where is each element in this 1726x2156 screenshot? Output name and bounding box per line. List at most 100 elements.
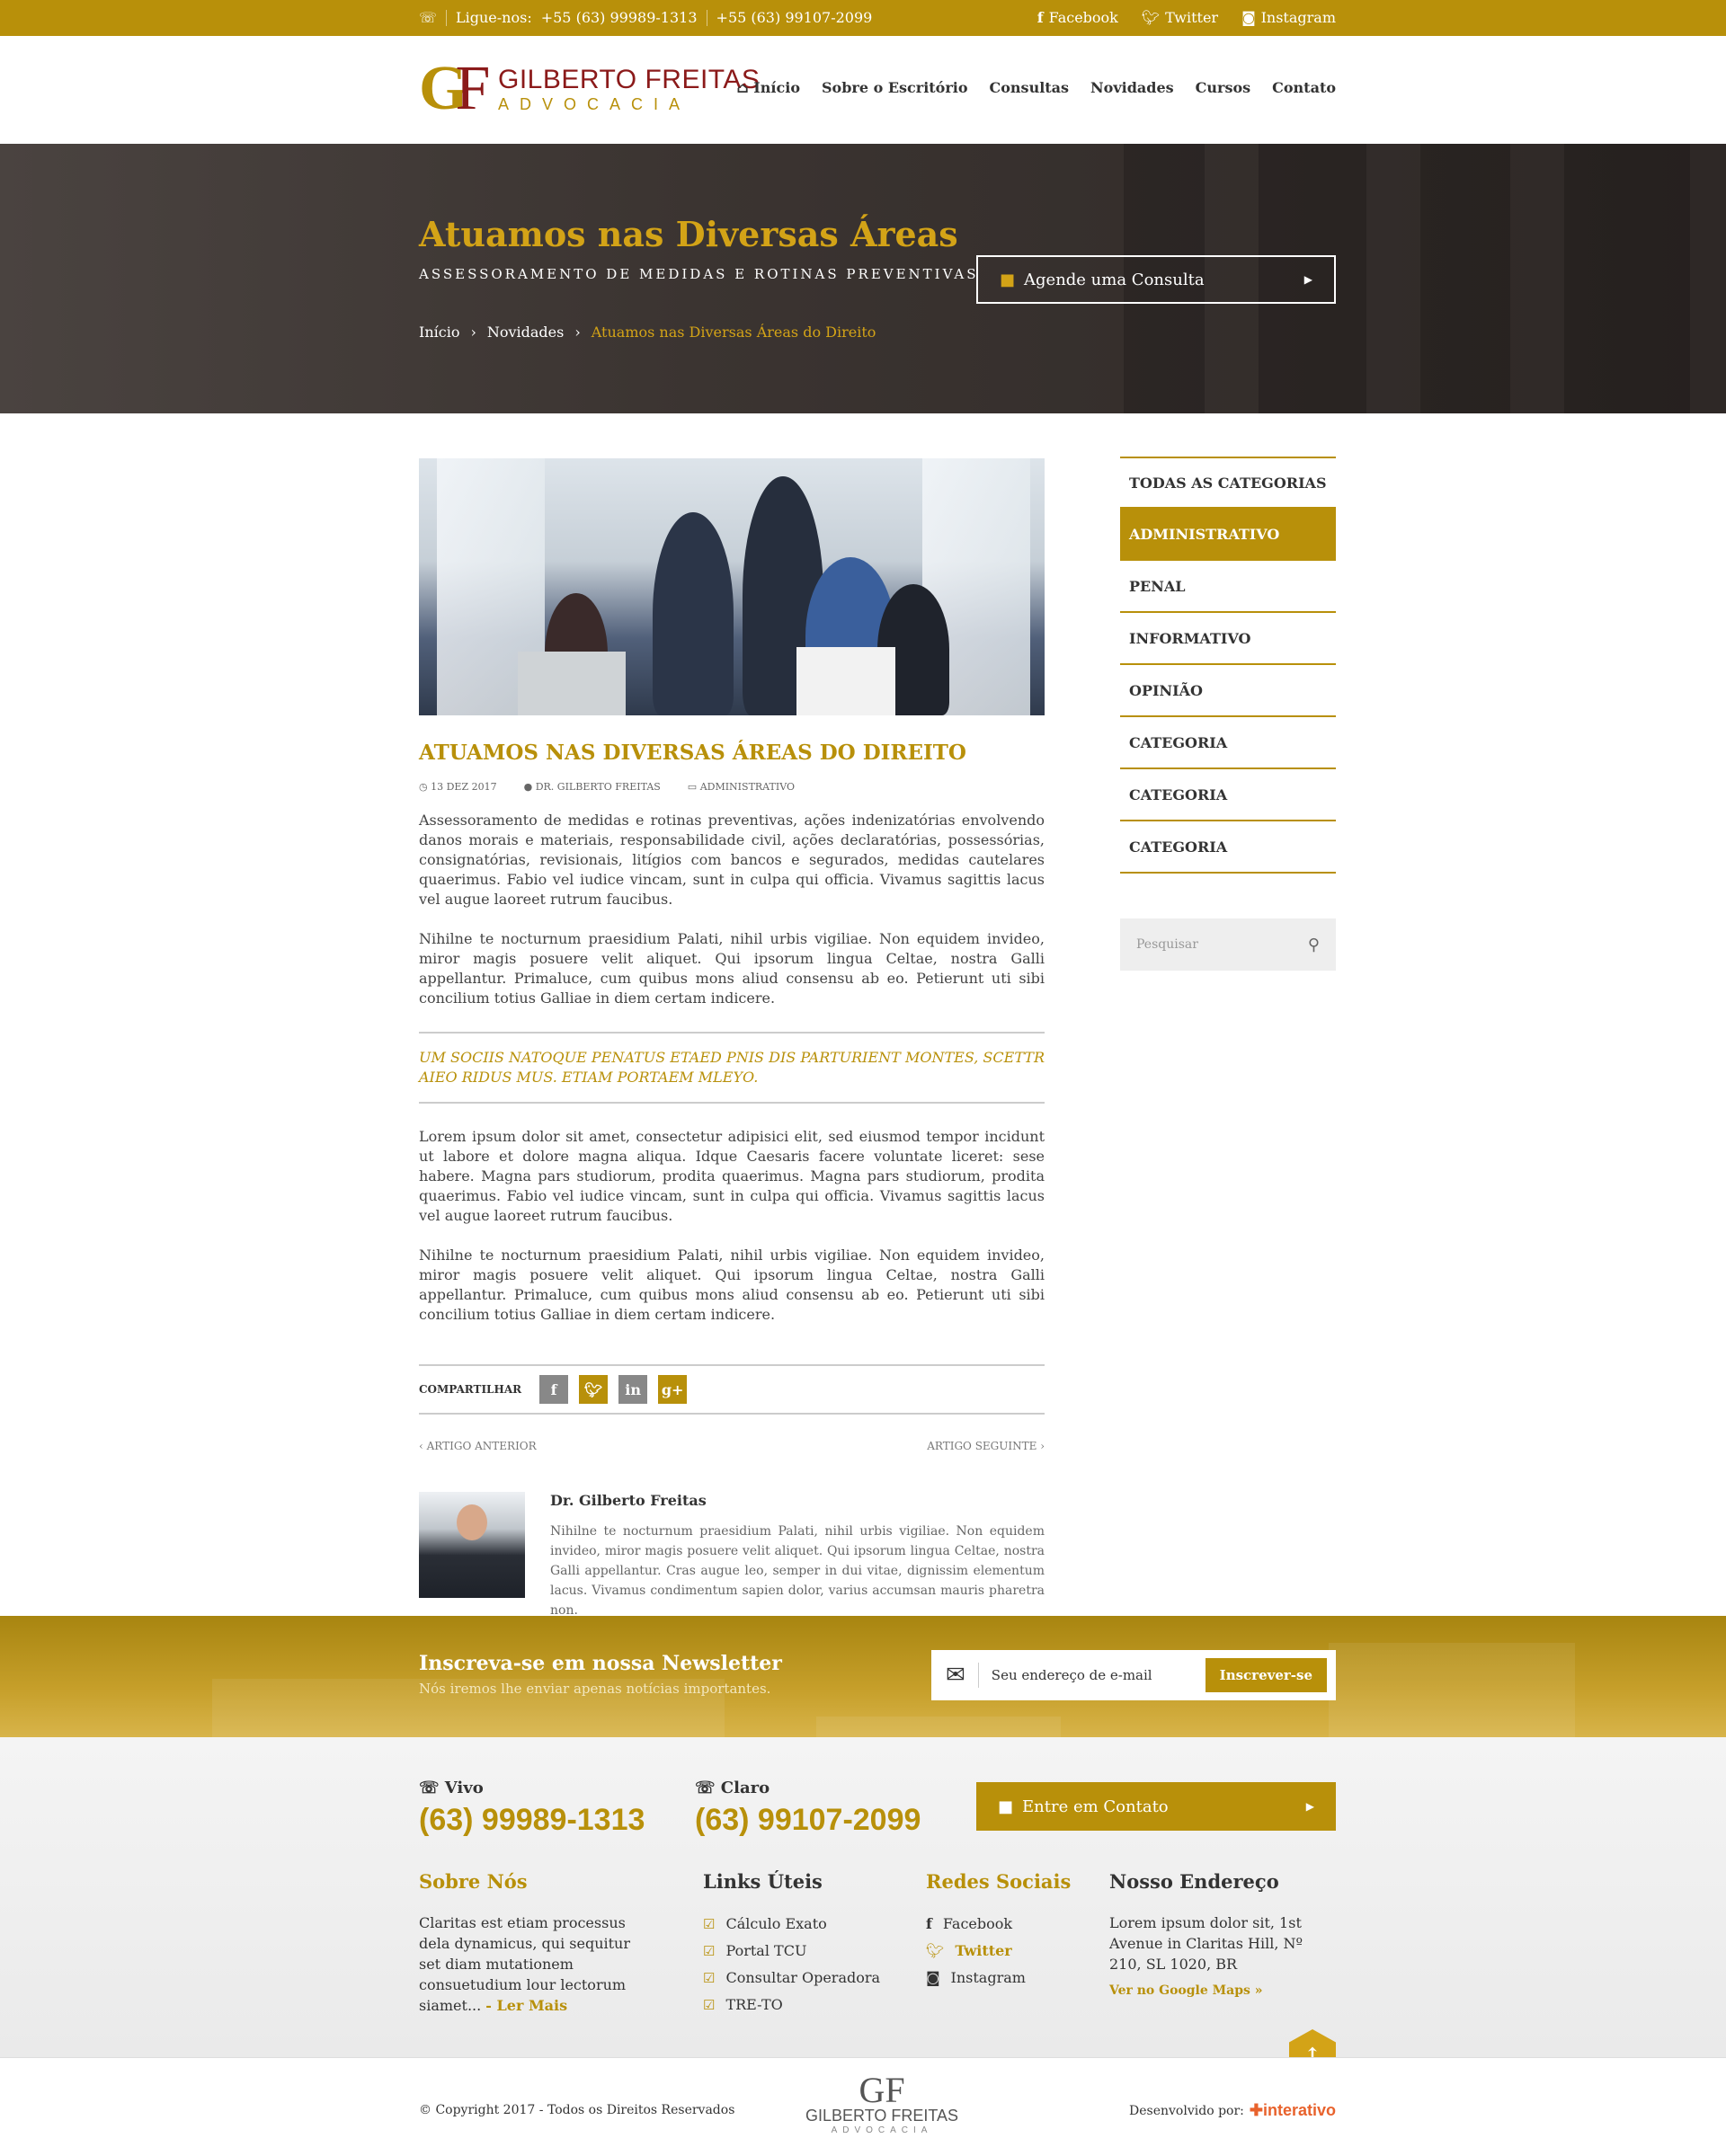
read-more-link[interactable]: - Ler Mais (485, 1997, 567, 2014)
category-item[interactable]: CATEGORIA (1120, 821, 1336, 874)
nav-inicio-label: Início (753, 79, 800, 96)
facebook-icon: f (926, 1915, 932, 1932)
twitter-icon: 🐦︎ (926, 1942, 945, 1959)
nav-contato[interactable]: Contato (1272, 79, 1336, 96)
footer-facebook-link[interactable]: f Facebook (926, 1911, 1088, 1938)
googleplus-icon: g+ (661, 1380, 684, 1398)
article-title: ATUAMOS NAS DIVERSAS ÁREAS DO DIREITO (419, 741, 966, 765)
useful-link[interactable]: ☑ Cálculo Exato (703, 1911, 901, 1938)
useful-link[interactable]: ☑ Portal TCU (703, 1938, 901, 1965)
phone-icon: ☏ (695, 1779, 721, 1797)
useful-link-label: Consultar Operadora (725, 1969, 881, 1986)
bottom-bar: © Copyright 2017 - Todos os Direitos Res… (0, 2057, 1726, 2156)
category-informativo[interactable]: INFORMATIVO (1120, 613, 1336, 665)
next-article-link[interactable]: ARTIGO SEGUINTE › (927, 1440, 1045, 1452)
article-quote: UM SOCIIS NATOQUE PENATUS ETAED PNIS DIS… (419, 1032, 1045, 1104)
twitter-icon: 🐦︎ (1141, 9, 1161, 26)
footer-twitter-link[interactable]: 🐦︎ Twitter (926, 1938, 1088, 1965)
share-facebook-button[interactable]: f (539, 1375, 569, 1404)
top-instagram-link[interactable]: ◙ Instagram (1241, 9, 1336, 26)
prev-article-label: ARTIGO ANTERIOR (426, 1440, 537, 1452)
footer-about: Sobre Nós Claritas est etiam processus d… (419, 1870, 653, 2016)
nav-sobre[interactable]: Sobre o Escritório (822, 79, 968, 96)
nav-cursos[interactable]: Cursos (1196, 79, 1250, 96)
category-item[interactable]: CATEGORIA (1120, 769, 1336, 821)
email-input[interactable]: Seu endereço de e-mail (992, 1667, 1193, 1683)
phone-link-2[interactable]: +55 (63) 99107-2099 (716, 9, 873, 26)
next-article-label: ARTIGO SEGUINTE (927, 1440, 1037, 1452)
logo-mark-f: F (455, 54, 490, 123)
social-list: f Facebook 🐦︎ Twitter ◙ Instagram (926, 1911, 1088, 1992)
meta-author[interactable]: ● DR. GILBERTO FREITAS (524, 781, 661, 793)
breadcrumb-novidades[interactable]: Novidades (487, 324, 565, 341)
facebook-label: Facebook (1048, 9, 1118, 26)
claro-label: ☏ Claro (695, 1779, 921, 1797)
dev-brand-link[interactable]: ✚interativo (1250, 2101, 1336, 2120)
useful-link[interactable]: ☑ TRE-TO (703, 1992, 901, 2018)
category-penal[interactable]: PENAL (1120, 561, 1336, 613)
social-title: Redes Sociais (926, 1870, 1072, 1893)
meta-category[interactable]: ▭ ADMINISTRATIVO (688, 781, 795, 793)
category-opiniao[interactable]: OPINIÃO (1120, 665, 1336, 717)
chevron-left-icon: ‹ (419, 1440, 427, 1452)
prev-article-link[interactable]: ‹ ARTIGO ANTERIOR (419, 1440, 537, 1452)
breadcrumb-inicio[interactable]: Início (419, 324, 459, 341)
share-googleplus-button[interactable]: g+ (658, 1375, 688, 1404)
contact-button[interactable]: ■ Entre em Contato ▶ (976, 1782, 1336, 1831)
checkbox-icon: ☑ (703, 1970, 716, 1986)
user-icon: ● (523, 781, 536, 793)
search-input[interactable]: Pesquisar ⚲ (1120, 918, 1336, 971)
footer-logo-line-2: ADVOCACIA (831, 2125, 933, 2135)
search-icon[interactable]: ⚲ (1308, 936, 1320, 954)
site-header: GF GILBERTO FREITAS ADVOCACIA ⌂ Início S… (0, 36, 1726, 144)
hero-subtitle: ASSESSORAMENTO DE MEDIDAS E ROTINAS PREV… (419, 266, 979, 282)
share-twitter-button[interactable]: 🐦︎ (579, 1375, 609, 1404)
clock-icon: ◷ (419, 781, 432, 793)
top-twitter-link[interactable]: 🐦︎ Twitter (1142, 9, 1218, 26)
share-linkedin-button[interactable]: in (618, 1375, 648, 1404)
logo-line-2: ADVOCACIA (498, 94, 691, 113)
category-all[interactable]: TODAS AS CATEGORIAS (1120, 457, 1336, 509)
logo-mark-g: G (419, 54, 468, 123)
nav-consultas[interactable]: Consultas (990, 79, 1070, 96)
footer-logo[interactable]: GF GILBERTO FREITAS ADVOCACIA (805, 2072, 958, 2136)
claro-label-text: Claro (720, 1779, 770, 1797)
sidebar: TODAS AS CATEGORIAS ADMINISTRATIVO PENAL… (1120, 457, 1336, 971)
footer-address: Nosso Endereço Lorem ipsum dolor sit, 1s… (1109, 1870, 1338, 1998)
checkbox-icon: ☑ (703, 1916, 716, 1932)
category-item[interactable]: CATEGORIA (1120, 717, 1336, 769)
claro-number[interactable]: (63) 99107-2099 (695, 1803, 921, 1838)
phone-link-1[interactable]: +55 (63) 99989-1313 (541, 9, 698, 26)
hero-bg-book (1420, 144, 1510, 413)
schedule-button-label: Agende uma Consulta (1024, 270, 1205, 289)
about-text: Claritas est etiam processus dela dynami… (419, 1912, 653, 2016)
nav-inicio[interactable]: ⌂ Início (736, 79, 800, 96)
dev-label: Desenvolvido por: (1129, 2103, 1244, 2118)
top-social: f Facebook 🐦︎ Twitter ◙ Instagram (1037, 9, 1336, 26)
photo-laptop (796, 647, 895, 715)
home-icon: ⌂ (736, 79, 754, 96)
subscribe-button[interactable]: Inscrever-se (1205, 1658, 1327, 1692)
vivo-number[interactable]: (63) 99989-1313 (419, 1803, 645, 1838)
newsletter-section: Inscreva-se em nossa Newsletter Nós irem… (0, 1616, 1726, 1737)
top-facebook-link[interactable]: f Facebook (1037, 9, 1118, 26)
logo-text: GILBERTO FREITAS ADVOCACIA (498, 65, 760, 114)
category-administrativo[interactable]: ADMINISTRATIVO (1120, 509, 1336, 561)
arrow-right-icon: ▶ (1305, 1800, 1314, 1813)
envelope-icon: ✉ (946, 1662, 965, 1689)
schedule-button[interactable]: ■ Agende uma Consulta ▶ (976, 255, 1336, 304)
useful-link-label: TRE-TO (725, 1996, 783, 2013)
article-paragraph: Nihilne te nocturnum praesidium Palati, … (419, 930, 1045, 1007)
chevron-right-icon: › (574, 324, 581, 341)
instagram-label: Instagram (950, 1969, 1026, 1986)
logo[interactable]: GF GILBERTO FREITAS ADVOCACIA (419, 58, 760, 120)
article-paragraph: Lorem ipsum dolor sit amet, consectetur … (419, 1128, 1045, 1224)
vivo-label: ☏ Vivo (419, 1779, 645, 1797)
nav-novidades[interactable]: Novidades (1090, 79, 1174, 96)
google-maps-link[interactable]: Ver no Google Maps » (1109, 1983, 1338, 1998)
footer-phone-claro: ☏ Claro (63) 99107-2099 (695, 1779, 921, 1838)
useful-link[interactable]: ☑ Consultar Operadora (703, 1965, 901, 1992)
checkbox-icon: ☑ (703, 1943, 716, 1959)
footer-instagram-link[interactable]: ◙ Instagram (926, 1965, 1088, 1992)
contact-button-label: Entre em Contato (1022, 1797, 1169, 1816)
